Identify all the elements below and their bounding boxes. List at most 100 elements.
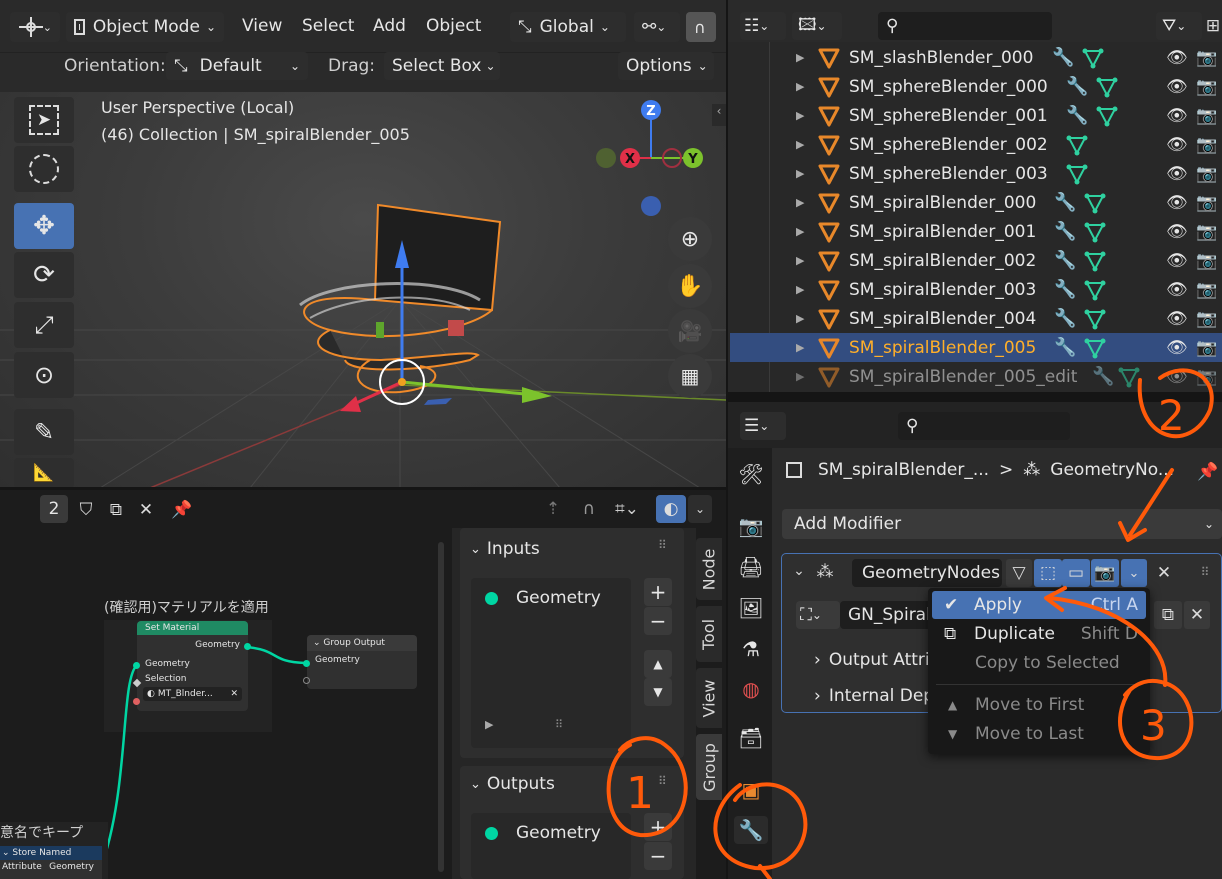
drag-handle-icon[interactable]: ⠿ [1194, 562, 1216, 582]
outliner-row[interactable]: ▶ SM_sphereBlender_003 👁 📷 [730, 159, 1222, 188]
select-box-tool[interactable]: ➤ [14, 97, 74, 143]
annotate-tool[interactable]: ✎ [14, 409, 74, 455]
output-attributes-subpanel[interactable]: › Output Attrib [814, 650, 940, 670]
outliner-row[interactable]: ▶ SM_spiralBlender_001 🔧 👁 📷 [730, 217, 1222, 246]
viewport-area[interactable]: ⌄ Object Mode ⌄ View Select Add Object ⤡… [0, 0, 726, 488]
close-icon[interactable]: ✕ [1184, 601, 1210, 629]
modifier-tab[interactable]: 🔧 [734, 816, 768, 844]
expand-arrow-icon[interactable]: ▶ [796, 341, 804, 354]
camera-icon[interactable]: 📷 [1196, 251, 1217, 271]
mesh-data-icon[interactable] [1084, 279, 1106, 301]
wrench-icon[interactable]: 🔧 [1066, 105, 1088, 126]
scale-tool[interactable]: ⤢ [14, 302, 74, 348]
pivot-point-dropdown[interactable]: ⚯ ⌄ [634, 12, 680, 42]
parent-node-tree-icon[interactable]: ⇡ [540, 496, 566, 522]
internal-dependencies-subpanel[interactable]: › Internal Dep [814, 686, 934, 706]
snap-element-icon[interactable]: ⌗⌄ [606, 496, 648, 522]
eye-icon[interactable]: 👁 [1166, 222, 1188, 242]
collection-tab[interactable]: 🗃 [737, 724, 765, 752]
camera-icon[interactable]: 📷 [1196, 135, 1217, 155]
zoom-button[interactable]: ⊕ [668, 217, 712, 261]
tab-group[interactable]: Group [696, 734, 722, 800]
socket[interactable] [303, 677, 310, 684]
outliner-row[interactable]: ▶ SM_spiralBlender_000 🔧 👁 📷 [730, 188, 1222, 217]
view-layer-tab[interactable]: 🖼 [737, 594, 765, 622]
store-named-attribute-node[interactable]: ⌄ Store Named Attribute Geometry [0, 846, 102, 879]
tab-node[interactable]: Node [696, 538, 722, 600]
outliner-search-input[interactable]: ⚲ [878, 12, 1052, 40]
expand-arrow-icon[interactable]: ▶ [796, 254, 804, 267]
wrench-icon[interactable]: 🔧 [1054, 221, 1076, 242]
new-collection-icon[interactable]: ⊞ [1204, 14, 1222, 38]
eye-icon[interactable]: 👁 [1166, 193, 1188, 213]
expand-arrow-icon[interactable]: ▶ [796, 138, 804, 151]
tab-tool[interactable]: Tool [696, 606, 722, 662]
menu-view[interactable]: View [242, 16, 282, 36]
outliner-row[interactable]: ▶ SM_sphereBlender_001 🔧 👁 📷 [730, 101, 1222, 130]
modifier-dropdown-chevron-icon[interactable]: ⌄ [1121, 559, 1147, 587]
output-tab[interactable]: 🖨 [737, 553, 765, 581]
add-output-button[interactable]: + [644, 813, 672, 841]
move-to-last-menu-item[interactable]: ▼ Move to Last [932, 720, 1146, 748]
outliner-row[interactable]: ▶ SM_slashBlender_000 🔧 👁 📷 [730, 43, 1222, 72]
eye-icon[interactable]: 👁 [1166, 251, 1188, 271]
drag-handle-icon[interactable]: ⠿ [658, 538, 667, 552]
scene-tab[interactable]: ⚗ [737, 635, 765, 663]
snap-icon[interactable]: ∩ [576, 496, 602, 522]
filter-library-dropdown[interactable]: 🖾 ⌄ [792, 12, 842, 40]
tool-tab[interactable]: 🛠 [737, 460, 765, 488]
outliner-row[interactable]: ▶ SM_sphereBlender_002 👁 📷 [730, 130, 1222, 159]
expand-arrow-icon[interactable]: ▶ [796, 196, 804, 209]
camera-icon[interactable]: 📷 [1196, 106, 1217, 126]
mesh-data-icon[interactable] [1096, 76, 1118, 98]
resize-handle-icon[interactable]: ⠿ [555, 718, 563, 731]
camera-icon[interactable]: 📷 [1196, 280, 1217, 300]
outliner-row[interactable]: ▶ SM_spiralBlender_004 🔧 👁 📷 [730, 304, 1222, 333]
move-to-first-menu-item[interactable]: ▲ Move to First [932, 691, 1146, 719]
node-editor-area[interactable]: 2 ⛉ ⧉ ✕ 📌 ⇡ ∩ ⌗⌄ ◐ ⌄ (確認用)マテリアルを適用 Set M… [0, 490, 726, 879]
expand-arrow-icon[interactable]: ▶ [796, 80, 804, 93]
orientation-dropdown[interactable]: ⤡ Default ⌄ [166, 52, 308, 80]
eye-icon[interactable]: 👁 [1166, 280, 1188, 300]
socket[interactable] [303, 660, 310, 667]
outliner-row[interactable]: ▶ SM_spiralBlender_003 🔧 👁 📷 [730, 275, 1222, 304]
expand-arrow-icon[interactable]: ▶ [796, 51, 804, 64]
wrench-icon[interactable]: 🔧 [1054, 337, 1076, 358]
eye-icon[interactable]: 👁 [1166, 164, 1188, 184]
outputs-item[interactable]: Geometry [485, 823, 601, 843]
rotate-tool[interactable]: ⟳ [14, 252, 74, 298]
mesh-data-icon[interactable] [1066, 134, 1088, 156]
editor-type-button[interactable]: ⌄ [10, 12, 60, 42]
close-icon[interactable]: ✕ [230, 689, 238, 699]
socket[interactable] [244, 643, 251, 650]
world-tab[interactable]: ◍ [737, 675, 765, 703]
edit-mode-toggle-icon[interactable]: ▽ [1006, 559, 1032, 587]
node-group-selector[interactable]: ⛶ ⌄ [796, 601, 840, 629]
navigation-gizmo[interactable]: Z Y X [590, 95, 715, 220]
eye-icon[interactable]: 👁 [1166, 367, 1188, 387]
chevron-down-icon[interactable]: ⌄ [790, 562, 808, 580]
camera-icon[interactable]: 📷 [1196, 48, 1217, 68]
eye-icon[interactable]: 👁 [1166, 77, 1188, 97]
camera-icon[interactable]: 📷 [1196, 193, 1217, 213]
expand-arrow-icon[interactable]: ▶ [796, 109, 804, 122]
expand-arrow-icon[interactable]: ▶ [796, 312, 804, 325]
camera-icon[interactable]: 📷 [1196, 338, 1217, 358]
duplicate-menu-item[interactable]: ⧉ Duplicate Shift D [932, 620, 1146, 648]
eye-icon[interactable]: 👁 [1166, 48, 1188, 68]
cursor-tool[interactable] [14, 146, 74, 192]
mesh-data-icon[interactable] [1084, 308, 1106, 330]
filter-dropdown[interactable]: ⛛ ⌄ [1156, 12, 1202, 40]
add-modifier-dropdown[interactable]: Add Modifier ⌄ [782, 509, 1222, 539]
move-down-button[interactable]: ▼ [644, 678, 672, 706]
camera-view-button[interactable]: 🎥 [668, 309, 712, 353]
menu-add[interactable]: Add [373, 16, 406, 36]
expand-arrow-icon[interactable]: ▶ [796, 283, 804, 296]
outputs-header[interactable]: ⌄ Outputs [470, 774, 555, 794]
mesh-data-icon[interactable] [1096, 105, 1118, 127]
menu-object[interactable]: Object [426, 16, 481, 36]
render-toggle-icon[interactable]: 📷 [1091, 559, 1119, 587]
set-material-node[interactable]: Set Material Geometry Geometry Selection… [137, 621, 248, 711]
mesh-data-icon[interactable] [1084, 250, 1106, 272]
outliner-row[interactable]: ▶ SM_sphereBlender_000 🔧 👁 📷 [730, 72, 1222, 101]
